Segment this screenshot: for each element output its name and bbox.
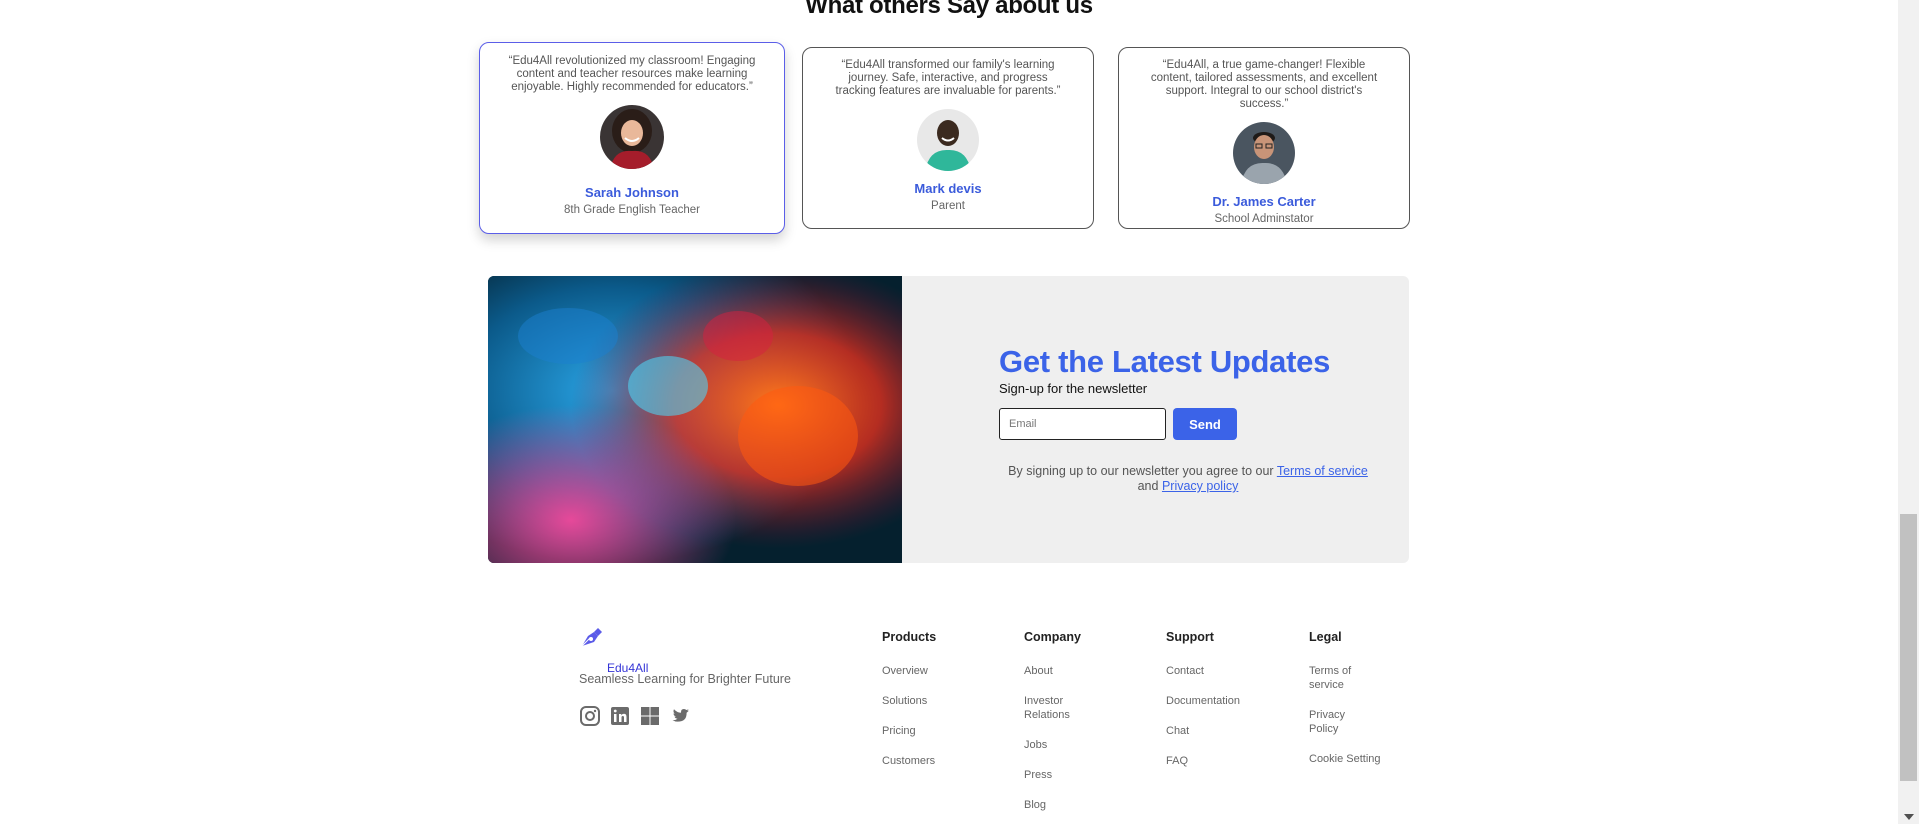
footer-column-products: Products Overview Solutions Pricing Cust… bbox=[882, 630, 992, 784]
footer-heading-products: Products bbox=[882, 630, 937, 644]
instagram-icon[interactable] bbox=[579, 705, 601, 727]
avatar bbox=[917, 109, 979, 171]
footer-link-solutions[interactable]: Solutions bbox=[882, 694, 992, 708]
testimonial-name: Mark devis bbox=[914, 181, 982, 196]
email-input[interactable] bbox=[999, 408, 1166, 440]
footer-link-investor-relations[interactable]: Investor Relations bbox=[1024, 694, 1086, 722]
testimonial-name: Sarah Johnson bbox=[585, 185, 679, 200]
send-button[interactable]: Send bbox=[1173, 408, 1237, 440]
testimonial-card-sarah[interactable]: “Edu4All revolutionized my classroom! En… bbox=[479, 42, 785, 234]
footer-link-chat[interactable]: Chat bbox=[1166, 724, 1276, 738]
footer-link-privacy-policy[interactable]: Privacy Policy bbox=[1309, 708, 1369, 736]
newsletter-terms: By signing up to our newsletter you agre… bbox=[1008, 464, 1368, 494]
avatar bbox=[1233, 122, 1295, 184]
footer-link-customers[interactable]: Customers bbox=[882, 754, 992, 768]
terms-of-service-link[interactable]: Terms of service bbox=[1277, 464, 1368, 478]
windows-icon[interactable] bbox=[639, 705, 661, 727]
footer-heading-company: Company bbox=[1024, 630, 1081, 644]
footer-heading-support: Support bbox=[1166, 630, 1214, 644]
twitter-icon[interactable] bbox=[669, 705, 691, 727]
footer-column-support: Support Contact Documentation Chat FAQ bbox=[1166, 630, 1276, 784]
scroll-down-arrow-icon[interactable] bbox=[1904, 814, 1914, 820]
linkedin-icon[interactable] bbox=[609, 705, 631, 727]
vertical-scrollbar[interactable] bbox=[1898, 0, 1919, 824]
footer-link-overview[interactable]: Overview bbox=[882, 664, 992, 678]
footer-link-pricing[interactable]: Pricing bbox=[882, 724, 992, 738]
testimonial-role: School Adminstator bbox=[1214, 213, 1314, 225]
terms-text: By signing up to our newsletter you agre… bbox=[1008, 464, 1277, 478]
terms-and-text: and bbox=[1137, 479, 1162, 493]
footer-link-jobs[interactable]: Jobs bbox=[1024, 738, 1086, 752]
scrollbar-thumb[interactable] bbox=[1900, 514, 1917, 781]
testimonial-role: 8th Grade English Teacher bbox=[564, 204, 700, 216]
footer-link-cookie-setting[interactable]: Cookie Setting bbox=[1309, 752, 1399, 766]
brand-tagline: Seamless Learning for Brighter Future bbox=[579, 672, 791, 686]
footer-column-legal: Legal Terms of service Privacy Policy Co… bbox=[1309, 630, 1381, 782]
testimonial-name: Dr. James Carter bbox=[1212, 194, 1316, 209]
footer-link-press[interactable]: Press bbox=[1024, 768, 1086, 782]
testimonial-cards: “Edu4All revolutionized my classroom! En… bbox=[479, 42, 1411, 238]
footer-column-company: Company About Investor Relations Jobs Pr… bbox=[1024, 630, 1086, 824]
avatar bbox=[600, 105, 664, 169]
footer-link-about[interactable]: About bbox=[1024, 664, 1086, 678]
footer-link-blog[interactable]: Blog bbox=[1024, 798, 1086, 812]
testimonial-card-james[interactable]: “Edu4All, a true game-changer! Flexible … bbox=[1118, 47, 1410, 229]
footer-link-terms-of-service[interactable]: Terms of service bbox=[1309, 664, 1369, 692]
testimonial-quote: “Edu4All, a true game-changer! Flexible … bbox=[1150, 59, 1378, 110]
testimonial-quote: “Edu4All revolutionized my classroom! En… bbox=[508, 55, 756, 93]
pen-logo-icon[interactable] bbox=[579, 623, 605, 649]
testimonials-title: What others Say about us bbox=[805, 0, 1093, 19]
footer-heading-legal: Legal bbox=[1309, 630, 1342, 644]
footer-link-contact[interactable]: Contact bbox=[1166, 664, 1276, 678]
page: What others Say about us “Edu4All revolu… bbox=[0, 0, 1898, 824]
testimonial-role: Parent bbox=[931, 200, 965, 212]
footer-link-faq[interactable]: FAQ bbox=[1166, 754, 1276, 768]
newsletter-subtitle: Sign-up for the newsletter bbox=[999, 381, 1148, 396]
testimonial-quote: “Edu4All transformed our family's learni… bbox=[835, 59, 1061, 97]
newsletter-section: Get the Latest Updates Sign-up for the n… bbox=[488, 276, 1409, 563]
privacy-policy-link[interactable]: Privacy policy bbox=[1162, 479, 1238, 493]
testimonial-card-mark[interactable]: “Edu4All transformed our family's learni… bbox=[802, 47, 1094, 229]
footer-link-documentation[interactable]: Documentation bbox=[1166, 694, 1276, 708]
newsletter-title: Get the Latest Updates bbox=[999, 344, 1331, 379]
newsletter-image bbox=[488, 276, 902, 563]
